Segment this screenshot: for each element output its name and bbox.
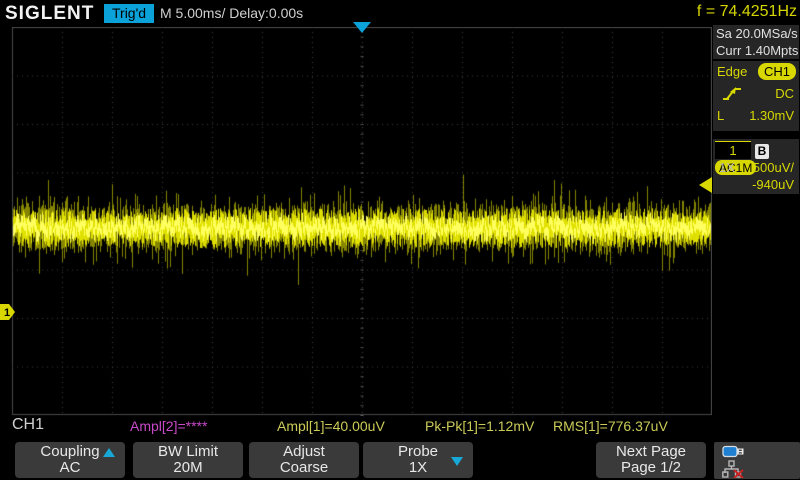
measurement-ampl2: Ampl[2]=****	[130, 418, 207, 438]
trigger-status-badge: Trig'd	[104, 4, 154, 23]
trigger-position-icon	[353, 22, 371, 33]
softkey-value: Coarse	[249, 460, 359, 476]
channel-offset-marker[interactable]: 1	[0, 304, 16, 320]
trigger-type: Edge	[717, 64, 747, 79]
channel-offset-label: 1	[4, 307, 10, 319]
channel-offset-value: -940uV	[752, 177, 794, 193]
channel-info-box[interactable]: 1 B AC1M 1X 500uV/ -940uV	[713, 139, 799, 194]
status-icon-area	[714, 442, 800, 479]
channel-label: CH1	[12, 416, 44, 436]
rising-edge-icon	[721, 86, 743, 102]
softkey-adjust[interactable]: Adjust Coarse	[249, 442, 359, 478]
chevron-down-icon	[451, 457, 463, 466]
probe-attenuation: 1X	[719, 160, 735, 175]
trigger-level-value: 1.30mV	[749, 105, 794, 127]
channel-number: 1	[715, 141, 751, 159]
softkey-bw-limit[interactable]: BW Limit 20M	[133, 442, 243, 478]
measurement-ampl1: Ampl[1]=40.00uV	[277, 418, 385, 438]
measurement-pkpk1: Pk-Pk[1]=1.12mV	[425, 418, 534, 438]
trigger-position-marker[interactable]	[353, 22, 371, 33]
memory-depth: Curr 1.40Mpts	[713, 42, 799, 59]
header-bar: SIGLENT Trig'd M 5.00ms/ Delay:0.00s f =…	[0, 0, 800, 27]
bandwidth-limit-badge: B	[755, 144, 770, 159]
trigger-level-marker[interactable]	[699, 177, 712, 193]
softkey-value: 20M	[133, 460, 243, 476]
trigger-source-badge: CH1	[758, 63, 796, 80]
softkey-value: AC	[15, 460, 125, 476]
chevron-up-icon	[103, 448, 115, 457]
oscilloscope-screen: SIGLENT Trig'd M 5.00ms/ Delay:0.00s f =…	[0, 0, 800, 480]
trigger-info-box[interactable]: Edge CH1 DC L 1.30mV	[713, 61, 799, 131]
softkey-label: BW Limit	[133, 443, 243, 460]
softkey-value: Page 1/2	[596, 460, 706, 476]
softkey-label: Next Page	[596, 443, 706, 460]
usb-icon	[722, 445, 746, 459]
waveform-display	[0, 27, 712, 416]
trigger-coupling: DC	[775, 83, 794, 105]
timebase-readout: M 5.00ms/ Delay:0.00s	[160, 5, 303, 21]
trigger-level-label: L	[717, 108, 724, 123]
softkey-menu-bar: Coupling AC BW Limit 20M Adjust Coarse P…	[0, 440, 800, 480]
softkey-label: Adjust	[249, 443, 359, 460]
sample-rate: Sa 20.0MSa/s	[713, 25, 799, 42]
acquisition-info-box[interactable]: Sa 20.0MSa/s Curr 1.40Mpts	[713, 25, 799, 59]
lan-disconnected-icon	[722, 460, 744, 478]
frequency-counter: f = 74.4251Hz	[697, 3, 797, 21]
channel-scale: 500uV/	[753, 159, 794, 177]
softkey-next-page[interactable]: Next Page Page 1/2	[596, 442, 706, 478]
softkey-coupling[interactable]: Coupling AC	[15, 442, 125, 478]
measurement-rms1: RMS[1]=776.37uV	[553, 418, 668, 438]
softkey-probe[interactable]: Probe 1X	[363, 442, 473, 478]
siglent-logo: SIGLENT	[5, 3, 94, 25]
